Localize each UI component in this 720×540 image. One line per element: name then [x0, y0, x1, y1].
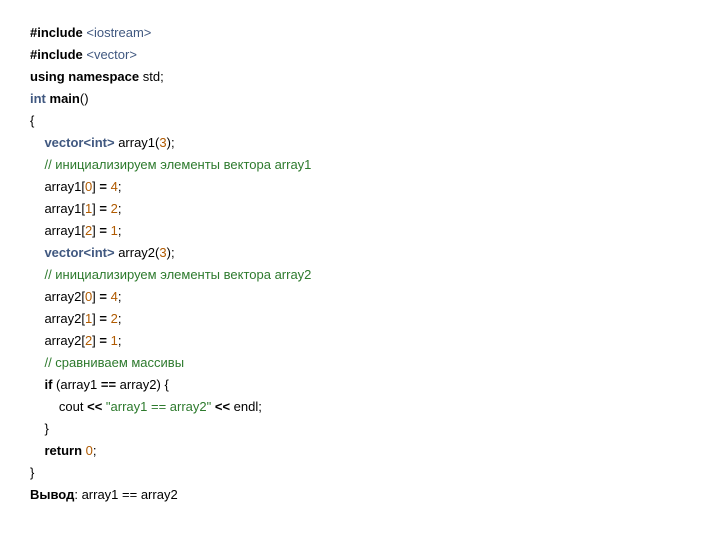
- semi: ;: [171, 245, 175, 260]
- vector-open: vector<: [44, 135, 91, 150]
- id-array1: array1: [44, 223, 81, 238]
- comment-init1: // инициализируем элементы вектора array…: [44, 157, 311, 172]
- num-1: 1: [111, 223, 118, 238]
- assign: =: [96, 201, 111, 216]
- id-array2: array2: [118, 245, 155, 260]
- semi: ;: [118, 311, 122, 326]
- semi: ;: [118, 289, 122, 304]
- assign: =: [96, 333, 111, 348]
- preproc: #include: [30, 47, 86, 62]
- preproc: #include: [30, 25, 86, 40]
- semi: ;: [118, 223, 122, 238]
- fn-main: main: [50, 91, 80, 106]
- id-array2: array2: [44, 289, 81, 304]
- insert: <<: [211, 399, 233, 414]
- id-array2: array2: [44, 333, 81, 348]
- num-2: 2: [111, 201, 118, 216]
- semi: ;: [118, 179, 122, 194]
- assign: =: [96, 289, 111, 304]
- assign: =: [96, 311, 111, 326]
- kw-int: int: [91, 245, 107, 260]
- comment-init2: // инициализируем элементы вектора array…: [44, 267, 311, 282]
- id-array2: array2: [44, 311, 81, 326]
- num-1: 1: [111, 333, 118, 348]
- id-std: std: [143, 69, 160, 84]
- kw-int: int: [30, 91, 46, 106]
- id-array1: array1: [118, 135, 155, 150]
- num-4: 4: [111, 289, 118, 304]
- id-array2: array2: [120, 377, 157, 392]
- num-4: 4: [111, 179, 118, 194]
- header-iostream: <iostream>: [86, 25, 151, 40]
- kw-using: using: [30, 69, 65, 84]
- semi: ;: [258, 399, 262, 414]
- rbrace: }: [44, 421, 48, 436]
- rpar: ): [84, 91, 88, 106]
- kw-return: return: [44, 443, 82, 458]
- id-array1: array1: [60, 377, 97, 392]
- id-endl: endl: [234, 399, 259, 414]
- semi: ;: [118, 201, 122, 216]
- kw-int: int: [91, 135, 107, 150]
- code-block: #include <iostream> #include <vector> us…: [0, 0, 720, 528]
- semi: ;: [171, 135, 175, 150]
- num-2: 2: [111, 311, 118, 326]
- assign: =: [96, 223, 111, 238]
- insert: <<: [83, 399, 105, 414]
- assign: =: [96, 179, 111, 194]
- semi: ;: [118, 333, 122, 348]
- num-0: 0: [86, 443, 93, 458]
- rbrace: }: [30, 465, 34, 480]
- id-array1: array1: [44, 201, 81, 216]
- header-vector: <vector>: [86, 47, 137, 62]
- lbrace: {: [164, 377, 168, 392]
- id-array1: array1: [44, 179, 81, 194]
- num-3: 3: [159, 135, 166, 150]
- eqeq: ==: [97, 377, 119, 392]
- semi: ;: [160, 69, 164, 84]
- comment-compare: // сравниваем массивы: [44, 355, 184, 370]
- vector-close: >: [107, 245, 115, 260]
- lbrace: {: [30, 113, 34, 128]
- vector-open: vector<: [44, 245, 91, 260]
- num-3: 3: [159, 245, 166, 260]
- kw-namespace: namespace: [68, 69, 139, 84]
- output-label: Вывод: [30, 487, 74, 502]
- vector-close: >: [107, 135, 115, 150]
- semi: ;: [93, 443, 97, 458]
- output-text: : array1 == array2: [74, 487, 177, 502]
- id-cout: cout: [59, 399, 84, 414]
- string-literal: "array1 == array2": [106, 399, 211, 414]
